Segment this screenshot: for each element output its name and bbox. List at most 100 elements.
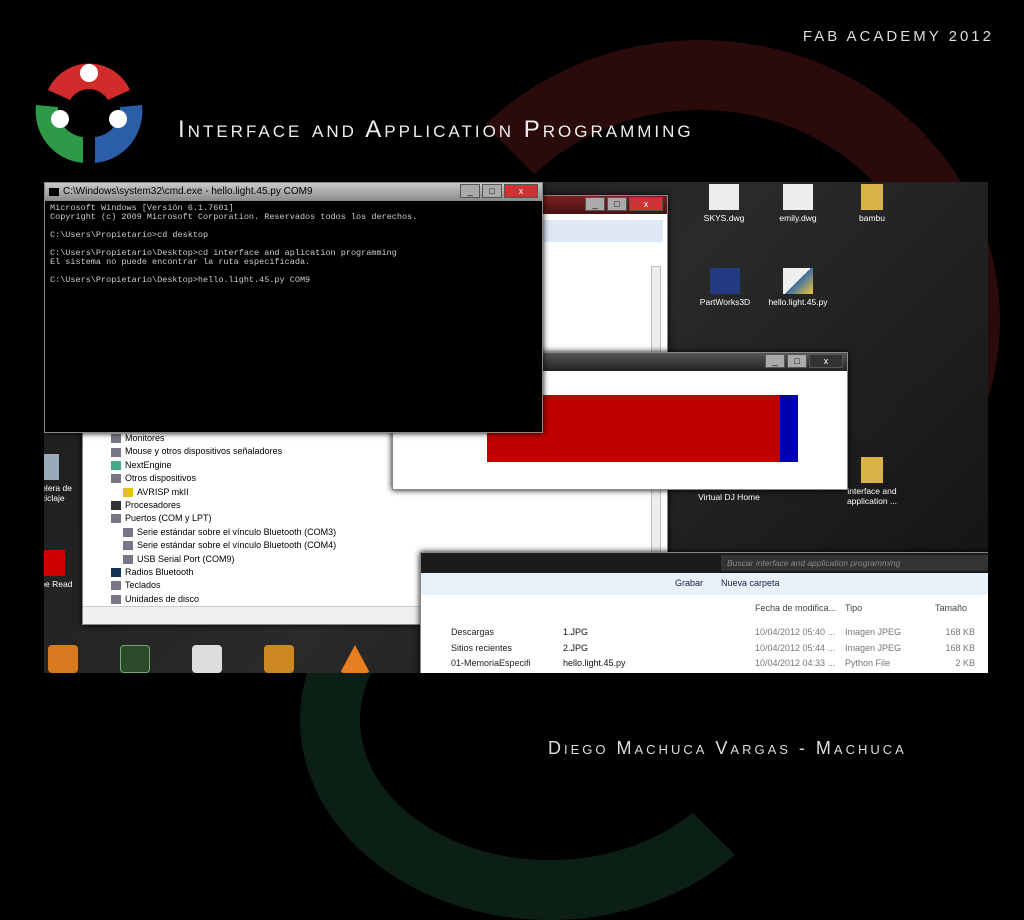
item-label: Mouse y otros dispositivos señaladores — [125, 446, 283, 457]
processor-icon — [111, 501, 121, 511]
item-label: Unidades de disco — [125, 593, 200, 604]
file-row[interactable]: 2.JPG 10/04/2012 05:44 ... Imagen JPEG 168 … — [563, 641, 988, 657]
maximize-button[interactable]: □ — [482, 184, 502, 198]
desktop-icon-hello-light[interactable]: hello.light.45.py — [763, 268, 833, 307]
taskbar-icon-4[interactable] — [264, 645, 294, 673]
column-date[interactable]: Fecha de modifica... — [755, 603, 845, 613]
light-level-marker — [780, 395, 799, 462]
desktop-icon-partworks[interactable]: PartWorks3D — [690, 268, 760, 307]
item-label: Teclados — [125, 580, 161, 591]
tree-item[interactable]: Mouse y otros dispositivos señaladores — [93, 445, 336, 458]
file-name: hello.light.45.py — [563, 658, 626, 668]
disk-icon — [111, 594, 121, 604]
navigation-pane: Descargas Sitios recientes 01-MemoriaEsp… — [451, 625, 531, 672]
item-label: Serie estándar sobre el vínculo Bluetoot… — [137, 540, 337, 551]
file-row[interactable]: hello.light.45.py 10/04/2012 04:33 ... Pyt… — [563, 656, 988, 672]
author-footer: Diego Machuca Vargas - Machuca — [548, 738, 907, 758]
item-label: Monitores — [125, 433, 165, 443]
tree-item[interactable]: Teclados — [93, 579, 336, 592]
vlc-icon[interactable] — [340, 645, 370, 673]
tree-item[interactable]: Serie estándar sobre el vínculo Bluetoot… — [93, 539, 336, 552]
tree-item[interactable]: Radios Bluetooth — [93, 566, 336, 579]
file-date: 10/04/2012 05:44 ... — [755, 642, 836, 653]
course-label: FAB ACADEMY 2012 — [802, 28, 994, 45]
burn-button[interactable]: Grabar — [675, 578, 703, 595]
item-label: Puertos (COM y LPT) — [125, 513, 212, 524]
keyboard-icon — [111, 581, 121, 591]
file-name: 2.JPG — [563, 642, 589, 653]
file-row[interactable]: 1.JPG 10/04/2012 05:40 ... Imagen JPEG 168 … — [563, 625, 988, 641]
minimize-button[interactable]: _ — [585, 197, 605, 211]
tree-item[interactable]: Puertos (COM y LPT) — [93, 512, 336, 525]
tree-item[interactable]: AVRISP mkII — [93, 486, 336, 499]
maximize-button[interactable]: □ — [787, 354, 807, 368]
desktop-icon-bambu[interactable]: bambu — [837, 184, 907, 223]
tree-item[interactable]: Unidades de disco — [93, 593, 336, 606]
desktop-icon-virtual-dj[interactable]: Virtual DJ Home — [684, 492, 774, 502]
console-line: C:\Users\Propietario\Desktop>hello.light… — [50, 275, 311, 285]
desktop-icon-recycle-bin[interactable]: Papelera de reciclaje — [44, 454, 74, 503]
console-line: C:\Users\Propietario>cd desktop — [50, 230, 209, 240]
desktop-icon-adobe-reader[interactable]: obe Read — [44, 550, 84, 589]
window-title: C:\Windows\system32\cmd.exe - hello.ligh… — [63, 186, 313, 197]
icon-label: Virtual DJ Home — [698, 492, 760, 502]
close-button[interactable]: x — [809, 354, 843, 368]
tree-item[interactable]: USB Serial Port (COM9) — [93, 553, 336, 566]
taskbar-icon-1[interactable] — [48, 645, 78, 673]
tree-item[interactable]: NextEngine — [93, 459, 336, 472]
port-icon — [123, 541, 133, 551]
maximize-button[interactable]: □ — [607, 197, 627, 211]
new-folder-button[interactable]: Nueva carpeta — [721, 578, 780, 595]
taskbar-icon-3[interactable] — [192, 645, 222, 673]
slide-title: Interface and Application Programming — [178, 116, 694, 143]
item-label: NextEngine — [125, 459, 172, 470]
bluetooth-icon — [111, 568, 121, 578]
taskbar-icon-2[interactable] — [120, 645, 150, 673]
device-icon — [111, 474, 121, 484]
desktop-screenshot: SKYS.dwg emily.dwg bambu PartWorks3D hel… — [44, 182, 988, 673]
close-button[interactable]: x — [504, 184, 538, 198]
file-type: Imagen JPEG — [845, 642, 902, 653]
console-output[interactable]: Microsoft Windows [Versión 6.1.7601] Copy… — [45, 201, 542, 432]
close-button[interactable]: x — [629, 197, 663, 211]
column-size[interactable]: Tamaño — [935, 603, 985, 613]
tree-item[interactable]: Serie estándar sobre el vínculo Bluetoot… — [93, 526, 336, 539]
minimize-button[interactable]: _ — [460, 184, 480, 198]
port-icon — [123, 554, 133, 564]
explorer-window: Buscar interface and application program… — [420, 552, 988, 673]
minimize-button[interactable]: _ — [765, 354, 785, 368]
device-tree: Monitores Mouse y otros dispositivos señ… — [93, 432, 336, 606]
item-label: Procesadores — [125, 499, 181, 510]
nav-item[interactable]: Descargas — [451, 625, 531, 641]
cmd-window: C:\Windows\system32\cmd.exe - hello.ligh… — [44, 182, 543, 433]
file-date: 10/04/2012 04:33 ... — [755, 658, 836, 668]
column-type[interactable]: Tipo — [845, 603, 935, 613]
tree-item[interactable]: Procesadores — [93, 499, 336, 512]
port-icon — [111, 514, 121, 524]
nav-item[interactable]: 01-MemoriaEspecifi — [451, 656, 531, 672]
tree-item[interactable]: Otros dispositivos — [93, 472, 336, 485]
item-label: Otros dispositivos — [125, 473, 197, 484]
port-icon — [123, 527, 133, 537]
icon-label: emily.dwg — [779, 213, 817, 223]
icon-label: Papelera de reciclaje — [44, 483, 72, 503]
tree-item[interactable]: Monitores — [93, 432, 336, 445]
icon-label: interface and application ... — [846, 486, 898, 506]
fab-logo-icon — [35, 63, 143, 163]
file-list: 1.JPG 10/04/2012 05:40 ... Imagen JPEG 168 … — [563, 625, 988, 672]
file-name: 1.JPG — [563, 627, 589, 637]
icon-label: PartWorks3D — [699, 297, 751, 307]
icon-label: bambu — [859, 213, 885, 223]
search-input[interactable]: Buscar interface and application program… — [721, 555, 988, 571]
nav-item[interactable]: Sitios recientes — [451, 641, 531, 657]
file-type: Imagen JPEG — [845, 627, 902, 637]
file-date: 10/04/2012 05:40 ... — [755, 627, 836, 637]
column-headers: Fecha de modifica... Tipo Tamaño — [755, 603, 985, 613]
desktop-icon-emily[interactable]: emily.dwg — [763, 184, 833, 223]
file-size: 2 KB — [955, 658, 975, 668]
desktop-icon-skys[interactable]: SKYS.dwg — [689, 184, 759, 223]
item-label: AVRISP mkII — [137, 486, 189, 497]
file-size: 168 KB — [945, 627, 975, 637]
command-bar: Grabar Nueva carpeta — [421, 573, 988, 595]
item-label: USB Serial Port (COM9) — [137, 553, 235, 564]
